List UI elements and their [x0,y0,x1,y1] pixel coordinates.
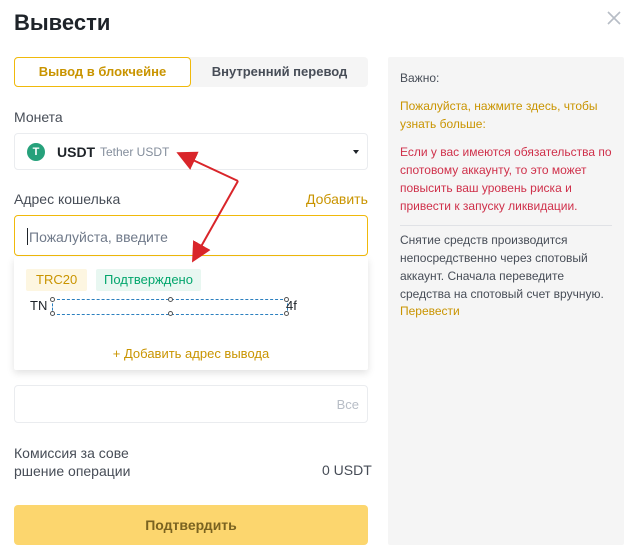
withdraw-tabs: Вывод в блокчейне Внутренний перевод [14,57,368,87]
tab-onchain-withdraw[interactable]: Вывод в блокчейне [14,57,191,87]
add-address-link[interactable]: Добавить [306,191,368,207]
resize-handle [168,297,173,302]
risk-warning: Если у вас имеются обязательства по спот… [400,145,612,213]
close-icon[interactable] [606,10,626,30]
wallet-address-placeholder: Пожалуйста, введите [29,229,168,245]
confirm-button[interactable]: Подтвердить [14,505,368,545]
amount-input[interactable]: Все [14,385,368,423]
dialog-title: Вывести [14,10,111,35]
fee-value: 0 USDT [322,462,372,478]
learn-more-link[interactable]: Пожалуйста, нажмите здесь, чтобы узнать … [400,97,615,133]
saved-address-dropdown: TRC20 Подтверждено TN 4f + Добавить адре… [14,257,368,370]
network-badge: TRC20 [26,269,88,291]
spot-account-note: Снятие средств производится непосредстве… [400,233,604,301]
address-start: TN [30,298,48,313]
coin-code: USDT [57,144,96,160]
coin-select[interactable]: T USDT Tether USDT [14,133,368,170]
wallet-address-label: Адрес кошелька [14,191,121,207]
redacted-address-box [50,297,289,316]
coin-label: Монета [14,109,63,125]
resize-handle [50,297,55,302]
verified-badge: Подтверждено [96,269,201,291]
add-withdraw-address-button[interactable]: + Добавить адрес вывода [14,346,368,361]
important-info-panel: Важно: Пожалуйста, нажмите здесь, чтобы … [388,57,624,545]
info-heading: Важно: [400,71,440,85]
caret-down-icon [353,150,359,154]
tab-internal-transfer[interactable]: Внутренний перевод [191,57,368,87]
fee-label-line2: ршение операции [14,463,131,479]
text-cursor [27,228,28,245]
resize-handle [168,311,173,316]
wallet-address-input[interactable]: Пожалуйста, введите [14,215,368,256]
usdt-icon: T [27,143,45,161]
transfer-link[interactable]: Перевести [400,304,460,318]
fee-label-line1: Комиссия за сове [14,445,129,461]
fee-label: Комиссия за сове ршение операции [14,444,154,480]
max-amount-button[interactable]: Все [337,397,359,412]
divider [400,225,612,226]
resize-handle [50,311,55,316]
address-end: 4f [286,298,297,313]
coin-name: Tether USDT [100,145,170,159]
